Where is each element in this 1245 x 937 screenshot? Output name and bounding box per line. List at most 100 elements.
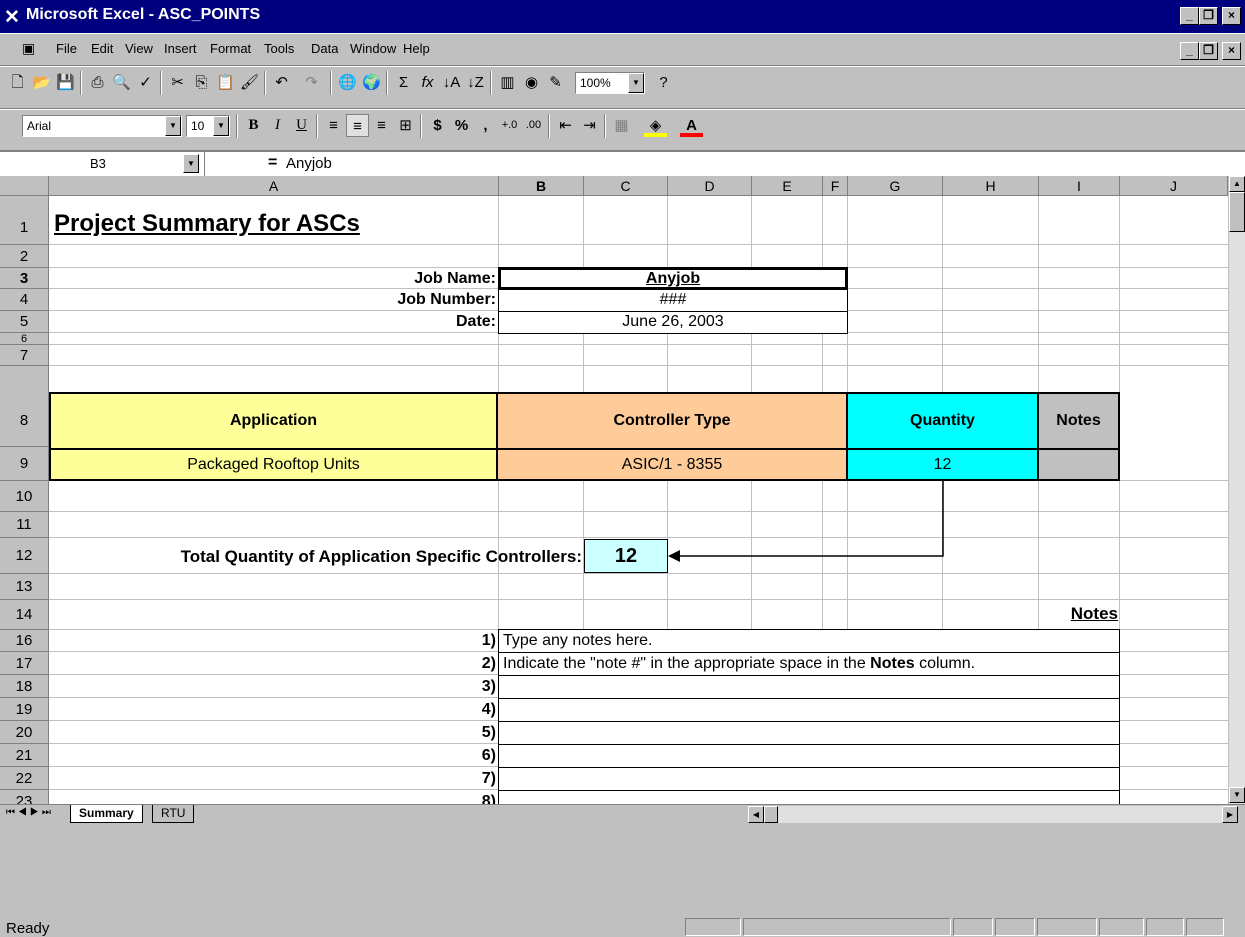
doc-minimize-button[interactable]: _	[1180, 42, 1199, 60]
office-assistant-icon[interactable]: ?	[652, 71, 675, 94]
align-center-icon[interactable]: ≡	[346, 114, 369, 137]
scroll-up-icon[interactable]: ▲	[1229, 176, 1245, 192]
menu-format[interactable]: Format	[210, 41, 251, 56]
spelling-icon[interactable]: ✓	[134, 71, 157, 94]
job-number-value[interactable]: ###	[498, 291, 848, 309]
italic-icon[interactable]: I	[266, 114, 289, 137]
row-header[interactable]: 8	[0, 366, 49, 447]
row-header[interactable]: 14	[0, 600, 49, 630]
autosum-icon[interactable]: Σ	[392, 71, 415, 94]
col-header-f[interactable]: F	[823, 176, 848, 196]
formula-input[interactable]: Anyjob	[286, 155, 332, 172]
name-box[interactable]: B3 ▼	[0, 152, 205, 176]
col-header-c[interactable]: C	[584, 176, 668, 196]
minimize-button[interactable]: _	[1180, 7, 1199, 25]
undo-icon[interactable]: ↶	[270, 71, 293, 94]
row-header[interactable]: 16	[0, 630, 49, 652]
underline-icon[interactable]: U	[290, 114, 313, 137]
menu-data[interactable]: Data	[311, 41, 338, 56]
sort-ascending-icon[interactable]: ↓A	[440, 71, 463, 94]
print-icon[interactable]: ⎙	[86, 71, 109, 94]
print-preview-icon[interactable]: 🔍	[110, 71, 133, 94]
cut-icon[interactable]: ✂	[166, 71, 189, 94]
function-icon[interactable]: fx	[416, 71, 439, 94]
horizontal-scrollbar[interactable]: ◀ ▶	[748, 806, 1238, 823]
row-header[interactable]: 4	[0, 289, 49, 311]
row-header[interactable]: 22	[0, 767, 49, 790]
scroll-thumb[interactable]	[1229, 192, 1245, 232]
menu-help[interactable]: Help	[403, 41, 430, 56]
hyperlink-icon[interactable]: 🌐	[336, 71, 359, 94]
format-painter-icon[interactable]: 🖌	[238, 71, 261, 94]
paste-icon[interactable]: 📋	[214, 71, 237, 94]
menu-window[interactable]: Window	[350, 41, 396, 56]
hscroll-thumb[interactable]	[764, 806, 778, 823]
tab-rtu[interactable]: RTU	[152, 805, 195, 823]
scroll-right-icon[interactable]: ▶	[1222, 806, 1238, 823]
merge-center-icon[interactable]: ⊞	[394, 114, 417, 137]
scroll-left-icon[interactable]: ◀	[748, 806, 764, 823]
increase-indent-icon[interactable]: ⇥	[578, 114, 601, 137]
row-header[interactable]: 7	[0, 345, 49, 366]
percent-icon[interactable]: %	[450, 114, 473, 137]
tab-summary[interactable]: Summary	[70, 805, 143, 823]
row-header[interactable]: 11	[0, 512, 49, 538]
row-header[interactable]: 1	[0, 196, 49, 245]
vertical-scrollbar[interactable]: ▲ ▼	[1228, 176, 1245, 804]
align-left-icon[interactable]: ≡	[322, 114, 345, 137]
chevron-down-icon[interactable]: ▼	[628, 73, 644, 93]
sort-descending-icon[interactable]: ↓Z	[464, 71, 487, 94]
chart-wizard-icon[interactable]: ▥	[496, 71, 519, 94]
row-header[interactable]: 3	[0, 268, 49, 289]
select-all-corner[interactable]	[0, 176, 49, 196]
doc-restore-button[interactable]: ❐	[1199, 42, 1218, 60]
borders-icon[interactable]: ▦	[610, 114, 633, 137]
align-right-icon[interactable]: ≡	[370, 114, 393, 137]
row-header[interactable]: 6	[0, 333, 49, 345]
scroll-down-icon[interactable]: ▼	[1229, 787, 1245, 803]
bold-icon[interactable]: B	[242, 114, 265, 137]
chevron-down-icon[interactable]: ▼	[213, 116, 229, 136]
chevron-down-icon[interactable]: ▼	[165, 116, 181, 136]
tab-scroll-icons[interactable]: ⏮◀▶⏭	[6, 807, 54, 818]
restore-button[interactable]: ❐	[1199, 7, 1218, 25]
map-icon[interactable]: ◉	[520, 71, 543, 94]
close-button[interactable]: ×	[1222, 7, 1241, 25]
menu-file[interactable]: File	[56, 41, 77, 56]
date-value[interactable]: June 26, 2003	[498, 313, 848, 331]
web-toolbar-icon[interactable]: 🌍	[360, 71, 383, 94]
new-icon[interactable]: 🗋	[6, 71, 29, 94]
chevron-down-icon[interactable]: ▼	[183, 154, 199, 173]
copy-icon[interactable]: ⎘	[190, 71, 213, 94]
row-header[interactable]: 10	[0, 481, 49, 512]
menu-edit[interactable]: Edit	[91, 41, 113, 56]
col-header-i[interactable]: I	[1039, 176, 1120, 196]
font-color-icon[interactable]: A	[680, 114, 703, 137]
open-icon[interactable]: 📂	[30, 71, 53, 94]
menu-view[interactable]: View	[125, 41, 153, 56]
col-header-j[interactable]: J	[1120, 176, 1228, 196]
row-header[interactable]: 5	[0, 311, 49, 333]
row-header[interactable]: 9	[0, 447, 49, 481]
row9-notes[interactable]	[1039, 449, 1120, 481]
col-header-g[interactable]: G	[848, 176, 943, 196]
decrease-indent-icon[interactable]: ⇤	[554, 114, 577, 137]
menu-tools[interactable]: Tools	[264, 41, 294, 56]
row-header[interactable]: 19	[0, 698, 49, 721]
workbook-icon[interactable]: ▣	[22, 40, 35, 57]
increase-decimal-icon[interactable]: +.0	[498, 114, 521, 137]
drawing-icon[interactable]: ✎	[544, 71, 567, 94]
doc-close-button[interactable]: ×	[1222, 42, 1241, 60]
zoom-select[interactable]: 100% ▼	[575, 72, 645, 94]
row-header[interactable]: 21	[0, 744, 49, 767]
note-1-text[interactable]: Type any notes here.	[503, 632, 652, 650]
font-select[interactable]: Arial ▼	[22, 115, 182, 137]
row-header[interactable]: 23	[0, 790, 49, 804]
col-header-d[interactable]: D	[668, 176, 752, 196]
font-size-select[interactable]: 10 ▼	[186, 115, 230, 137]
row-header[interactable]: 13	[0, 574, 49, 600]
comma-icon[interactable]: ,	[474, 114, 497, 137]
total-value[interactable]: 12	[584, 539, 668, 573]
row9-application[interactable]: Packaged Rooftop Units	[49, 449, 498, 481]
currency-icon[interactable]: $	[426, 114, 449, 137]
